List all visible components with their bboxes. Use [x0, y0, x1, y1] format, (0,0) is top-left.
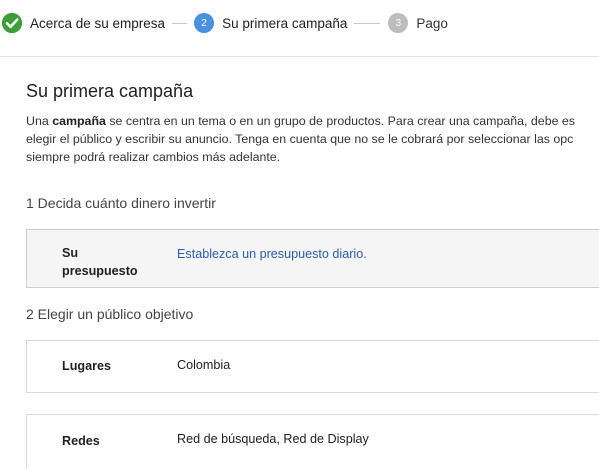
step-connector	[354, 22, 381, 24]
networks-card[interactable]: Redes Red de búsqueda, Red de Display	[26, 414, 599, 469]
header-divider	[0, 56, 599, 57]
step-about-business[interactable]: Acerca de su empresa	[2, 13, 165, 33]
section-heading-budget: 1 Decida cuánto dinero invertir	[26, 195, 216, 211]
campaign-setup-page: Acerca de su empresa 2 Su primera campañ…	[0, 0, 599, 469]
step-payment[interactable]: 3 Pago	[388, 13, 448, 33]
intro-paragraph: Una campaña se centra en un tema o en un…	[26, 112, 599, 166]
intro-line-3: siempre podrá realizar cambios más adela…	[26, 150, 281, 164]
budget-label-line: presupuesto	[62, 264, 138, 278]
set-daily-budget-link[interactable]: Establezca un presupuesto diario.	[177, 247, 367, 261]
step-number-badge: 3	[388, 13, 409, 33]
check-icon	[2, 13, 22, 33]
progress-stepper: Acerca de su empresa 2 Su primera campañ…	[0, 0, 599, 46]
step-label: Pago	[416, 15, 448, 31]
section-heading-audience: 2 Elegir un público objetivo	[26, 306, 194, 322]
step-number-badge: 2	[194, 13, 215, 33]
intro-bold-term: campaña	[52, 114, 106, 128]
budget-card[interactable]: Su presupuesto Establezca un presupuesto…	[26, 229, 599, 288]
step-connector	[172, 22, 188, 24]
intro-text: se centra en un tema o en un grupo de pr…	[105, 114, 576, 128]
locations-value: Colombia	[177, 358, 231, 372]
page-title: Su primera campaña	[26, 81, 194, 101]
locations-card[interactable]: Lugares Colombia	[26, 340, 599, 393]
locations-label: Lugares	[62, 359, 111, 373]
intro-line-1: Una campaña se centra en un tema o en un…	[26, 112, 599, 130]
step-label: Acerca de su empresa	[30, 15, 166, 31]
intro-text: Una	[26, 114, 53, 128]
budget-label-line: Su	[62, 246, 79, 260]
budget-label: Su presupuesto	[62, 244, 138, 280]
intro-line-2: elegir el público y escribir su anuncio.…	[26, 132, 574, 146]
networks-value: Red de búsqueda, Red de Display	[177, 432, 369, 446]
step-first-campaign[interactable]: 2 Su primera campaña	[194, 13, 347, 33]
step-label: Su primera campaña	[222, 15, 348, 31]
networks-label: Redes	[62, 434, 100, 448]
